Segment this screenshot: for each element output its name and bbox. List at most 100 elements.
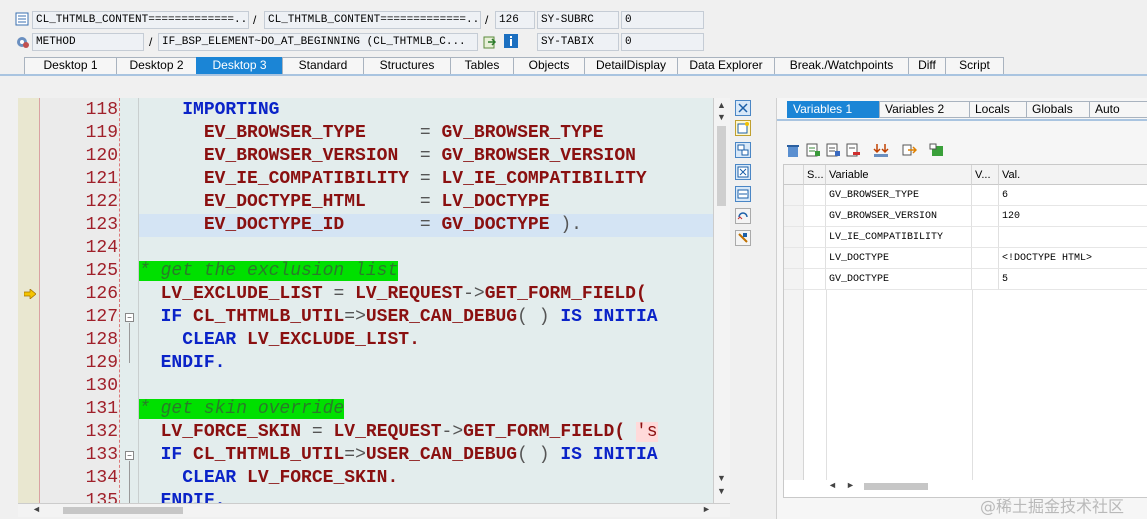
code-comment: * get skin override bbox=[139, 399, 345, 419]
variable-name-cell[interactable]: LV_IE_COMPATIBILITY bbox=[826, 227, 972, 248]
row-selector[interactable] bbox=[784, 185, 804, 206]
delete-icon[interactable] bbox=[785, 142, 801, 158]
maximize-icon[interactable] bbox=[735, 164, 751, 180]
variable-value-cell[interactable]: <!DOCTYPE HTML> bbox=[999, 248, 1147, 269]
line-number: 131 bbox=[85, 399, 118, 419]
line-number: 119 bbox=[85, 123, 118, 143]
swap-icon[interactable] bbox=[735, 142, 751, 158]
new-window-icon[interactable] bbox=[735, 120, 751, 136]
variable-name-cell[interactable]: GV_BROWSER_TYPE bbox=[826, 185, 972, 206]
sysvar-value-field-2[interactable]: 0 bbox=[621, 33, 704, 51]
column-header-blank bbox=[784, 165, 804, 185]
line-field[interactable]: 126 bbox=[495, 11, 535, 29]
type-field[interactable]: METHOD bbox=[32, 33, 144, 51]
table-cell bbox=[972, 206, 999, 227]
editor-vertical-scrollbar[interactable]: ▲ ▼ ▼ ▼ bbox=[713, 98, 730, 503]
scroll-page-down-icon[interactable]: ▼ bbox=[717, 473, 726, 483]
breakpoint-gutter[interactable] bbox=[18, 98, 40, 503]
scroll-up-icon[interactable]: ▲ bbox=[717, 100, 726, 110]
row-selector[interactable] bbox=[784, 248, 804, 269]
tab-auto[interactable]: Auto bbox=[1089, 101, 1147, 118]
tab-tables[interactable]: Tables bbox=[450, 57, 514, 74]
table-horizontal-scrollbar[interactable]: ◄ ► bbox=[826, 480, 966, 493]
watermark: @稀土掘金技术社区 bbox=[980, 497, 1125, 516]
scroll-thumb[interactable] bbox=[864, 483, 928, 490]
code-editor[interactable]: 118 119 120 121 122 123 124 125 126 127 … bbox=[18, 98, 730, 503]
variable-name-cell[interactable]: LV_DOCTYPE bbox=[826, 248, 972, 269]
tab-variables-1[interactable]: Variables 1 bbox=[787, 101, 880, 118]
variable-value-cell[interactable]: 6 bbox=[999, 185, 1147, 206]
scroll-left-icon[interactable]: ◄ bbox=[32, 504, 41, 514]
editor-horizontal-scrollbar[interactable]: ◄ ► bbox=[18, 503, 730, 517]
scroll-thumb[interactable] bbox=[717, 126, 726, 206]
tab-structures[interactable]: Structures bbox=[363, 57, 451, 74]
fold-toggle-icon[interactable]: − bbox=[125, 313, 134, 322]
column-header-variable[interactable]: Variable bbox=[826, 165, 972, 185]
insert-line-icon[interactable] bbox=[825, 142, 841, 158]
tab-globals[interactable]: Globals bbox=[1026, 101, 1090, 118]
desktop-tabs: Desktop 1 Desktop 2 Desktop 3 Standard S… bbox=[24, 57, 1004, 74]
program-field[interactable]: CL_THTMLB_CONTENT=============... bbox=[32, 11, 249, 29]
table-cell bbox=[804, 227, 826, 248]
variable-value-cell[interactable]: 120 bbox=[999, 206, 1147, 227]
sysvar-name-field[interactable]: SY-SUBRC bbox=[537, 11, 619, 29]
tab-desktop-1[interactable]: Desktop 1 bbox=[24, 57, 117, 74]
scroll-right-icon[interactable]: ► bbox=[846, 480, 855, 490]
delete-line-icon[interactable] bbox=[845, 142, 861, 158]
expand-width-icon[interactable] bbox=[735, 186, 751, 202]
tab-diff[interactable]: Diff bbox=[908, 57, 946, 74]
table-cell bbox=[972, 227, 999, 248]
scroll-down-icon[interactable]: ▼ bbox=[717, 112, 726, 122]
tab-breakpoints[interactable]: Break./Watchpoints bbox=[774, 57, 909, 74]
code-line: EV_IE_COMPATIBILITY = LV_IE_COMPATIBILIT… bbox=[203, 169, 647, 189]
new-line-icon[interactable] bbox=[805, 142, 821, 158]
fold-toggle-icon[interactable]: − bbox=[125, 451, 134, 460]
tab-script[interactable]: Script bbox=[945, 57, 1004, 74]
line-number: 133 bbox=[85, 445, 118, 465]
navigate-icon[interactable] bbox=[483, 35, 497, 49]
variable-name-cell[interactable]: GV_BROWSER_VERSION bbox=[826, 206, 972, 227]
tab-objects[interactable]: Objects bbox=[513, 57, 585, 74]
tab-locals[interactable]: Locals bbox=[969, 101, 1027, 118]
code-line: CLEAR LV_FORCE_SKIN. bbox=[182, 468, 399, 488]
tab-divider bbox=[0, 74, 1147, 76]
tab-data-explorer[interactable]: Data Explorer bbox=[677, 57, 775, 74]
column-header-value[interactable]: Val. bbox=[999, 165, 1147, 185]
sysvar-name-field-2[interactable]: SY-TABIX bbox=[537, 33, 619, 51]
variable-name-cell[interactable]: GV_DOCTYPE bbox=[826, 269, 972, 290]
layout-icon[interactable] bbox=[929, 142, 945, 158]
sysvar-value-field[interactable]: 0 bbox=[621, 11, 704, 29]
code-line: IF CL_THTMLB_UTIL=>USER_CAN_DEBUG( ) IS … bbox=[160, 307, 658, 327]
tab-variables-2[interactable]: Variables 2 bbox=[879, 101, 970, 118]
close-icon[interactable] bbox=[735, 100, 751, 116]
row-selector[interactable] bbox=[784, 227, 804, 248]
info-icon[interactable] bbox=[504, 34, 518, 48]
line-number: 135 bbox=[85, 491, 118, 503]
scroll-left-icon[interactable]: ◄ bbox=[828, 480, 837, 490]
line-number: 120 bbox=[85, 146, 118, 166]
refresh-icon[interactable] bbox=[735, 208, 751, 224]
include-field[interactable]: CL_THTMLB_CONTENT=============... bbox=[264, 11, 481, 29]
scroll-thumb[interactable] bbox=[63, 507, 183, 514]
row-selector[interactable] bbox=[784, 269, 804, 290]
transfer-icon[interactable] bbox=[873, 142, 889, 158]
tab-desktop-2[interactable]: Desktop 2 bbox=[116, 57, 197, 74]
line-number: 129 bbox=[85, 353, 118, 373]
separator: / bbox=[253, 13, 257, 27]
tab-standard[interactable]: Standard bbox=[282, 57, 364, 74]
tools-icon[interactable] bbox=[735, 230, 751, 246]
method-field[interactable]: IF_BSP_ELEMENT~DO_AT_BEGINNING (CL_THTML… bbox=[158, 33, 478, 51]
code-line: ENDIF. bbox=[160, 491, 226, 503]
tab-desktop-3[interactable]: Desktop 3 bbox=[196, 57, 283, 74]
column-header-value-type[interactable]: V... bbox=[972, 165, 999, 185]
export-icon[interactable] bbox=[901, 142, 918, 158]
line-number: 124 bbox=[85, 238, 118, 258]
scroll-bottom-icon[interactable]: ▼ bbox=[717, 486, 726, 496]
variable-value-cell[interactable] bbox=[999, 227, 1147, 248]
tab-detaildisplay[interactable]: DetailDisplay bbox=[584, 57, 678, 74]
row-selector[interactable] bbox=[784, 206, 804, 227]
variable-value-cell[interactable]: 5 bbox=[999, 269, 1147, 290]
column-header-status[interactable]: S... bbox=[804, 165, 826, 185]
scroll-right-icon[interactable]: ► bbox=[702, 504, 711, 514]
